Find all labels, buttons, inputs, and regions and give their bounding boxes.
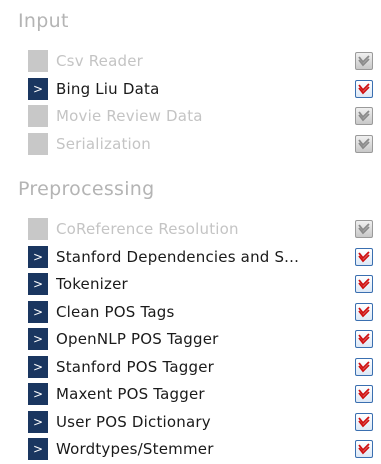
module-row[interactable]: Movie Review Data	[28, 103, 378, 131]
checkbox-checked-icon[interactable]	[355, 275, 373, 293]
module-label: Csv Reader	[56, 52, 144, 70]
checkbox-checked-icon[interactable]	[355, 220, 373, 238]
module-label: Serialization	[56, 134, 152, 153]
checkbox-checked-icon[interactable]	[355, 79, 373, 98]
checkbox-checked-icon[interactable]	[355, 247, 373, 266]
module-row[interactable]: > User POS Dictionary	[28, 409, 378, 437]
module-row[interactable]: Csv Reader	[28, 48, 378, 76]
module-label: Clean POS Tags	[56, 302, 175, 321]
expand-arrow-icon[interactable]: >	[28, 328, 48, 350]
module-row[interactable]: CoReference Resolution	[28, 216, 378, 244]
module-label: OpenNLP POS Tagger	[56, 330, 219, 348]
module-row[interactable]: Serialization	[28, 131, 378, 159]
expand-arrow-icon[interactable]: >	[28, 273, 48, 295]
module-label: Stanford POS Tagger	[56, 357, 215, 376]
module-label: Tokenizer	[56, 275, 128, 293]
disabled-marker	[28, 105, 48, 127]
section-title-preprocessing: Preprocessing	[18, 178, 155, 200]
checkbox-checked-icon[interactable]	[355, 412, 373, 431]
disabled-marker	[28, 132, 48, 155]
module-label: Movie Review Data	[56, 107, 203, 125]
expand-arrow-icon[interactable]: >	[28, 300, 48, 323]
checkbox-checked-icon[interactable]	[355, 52, 373, 70]
expand-arrow-icon[interactable]: >	[28, 355, 48, 378]
input-module-list: Csv Reader > Bing Liu Data Movie Review D…	[28, 48, 378, 158]
expand-arrow-icon[interactable]: >	[28, 77, 48, 100]
module-row[interactable]: > Stanford Dependencies and S...	[28, 244, 378, 272]
expand-arrow-icon[interactable]: >	[28, 245, 48, 268]
disabled-marker	[28, 218, 48, 240]
checkbox-checked-icon[interactable]	[355, 440, 373, 458]
checkbox-checked-icon[interactable]	[355, 357, 373, 376]
module-row[interactable]: > Maxent POS Tagger	[28, 381, 378, 409]
module-row[interactable]: > Clean POS Tags	[28, 299, 378, 327]
checkbox-checked-icon[interactable]	[355, 302, 373, 321]
module-label: Bing Liu Data	[56, 79, 160, 98]
section-title-input: Input	[18, 10, 69, 32]
expand-arrow-icon[interactable]: >	[28, 438, 48, 460]
module-row[interactable]: > Bing Liu Data	[28, 76, 378, 104]
module-label: Wordtypes/Stemmer	[56, 440, 214, 458]
module-label: CoReference Resolution	[56, 220, 239, 238]
module-row[interactable]: > Wordtypes/Stemmer	[28, 436, 378, 464]
module-row[interactable]: > OpenNLP POS Tagger	[28, 326, 378, 354]
module-row[interactable]: > Stanford POS Tagger	[28, 354, 378, 382]
checkbox-checked-icon[interactable]	[355, 385, 373, 403]
preprocessing-module-list: CoReference Resolution > Stanford Depende…	[28, 216, 378, 464]
checkbox-checked-icon[interactable]	[355, 107, 373, 125]
expand-arrow-icon[interactable]: >	[28, 410, 48, 433]
module-label: Stanford Dependencies and S...	[56, 247, 300, 266]
module-label: User POS Dictionary	[56, 412, 211, 431]
module-row[interactable]: > Tokenizer	[28, 271, 378, 299]
expand-arrow-icon[interactable]: >	[28, 383, 48, 405]
checkbox-checked-icon[interactable]	[355, 330, 373, 348]
disabled-marker	[28, 50, 48, 72]
module-label: Maxent POS Tagger	[56, 385, 205, 403]
checkbox-checked-icon[interactable]	[355, 134, 373, 153]
